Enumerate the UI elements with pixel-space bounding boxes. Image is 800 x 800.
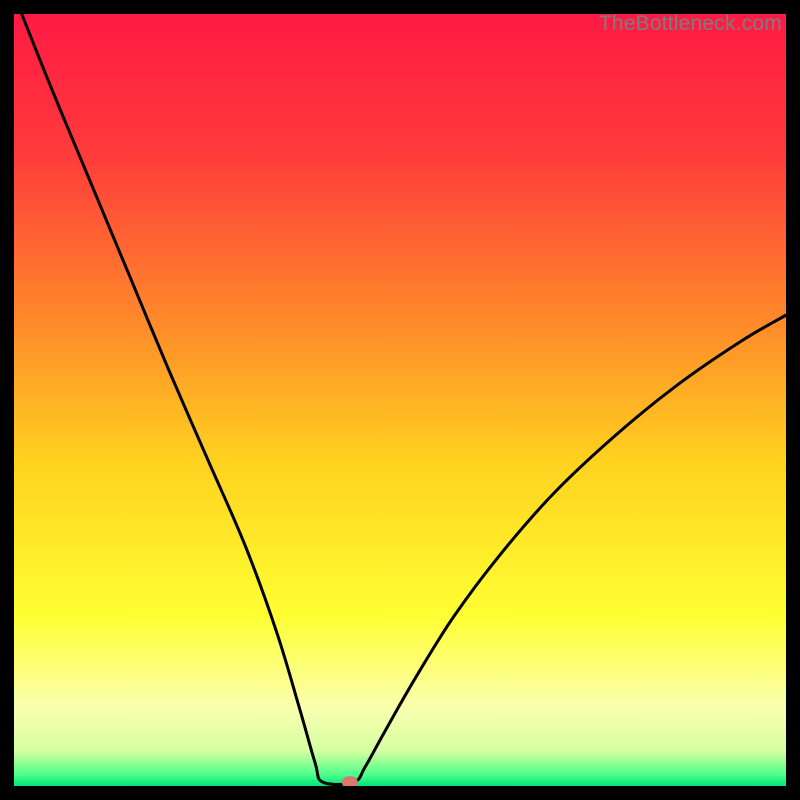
heat-gradient-background	[14, 14, 786, 786]
watermark-text: TheBottleneck.com	[599, 12, 782, 36]
bottleneck-chart	[14, 14, 786, 786]
chart-frame: TheBottleneck.com	[14, 14, 786, 786]
